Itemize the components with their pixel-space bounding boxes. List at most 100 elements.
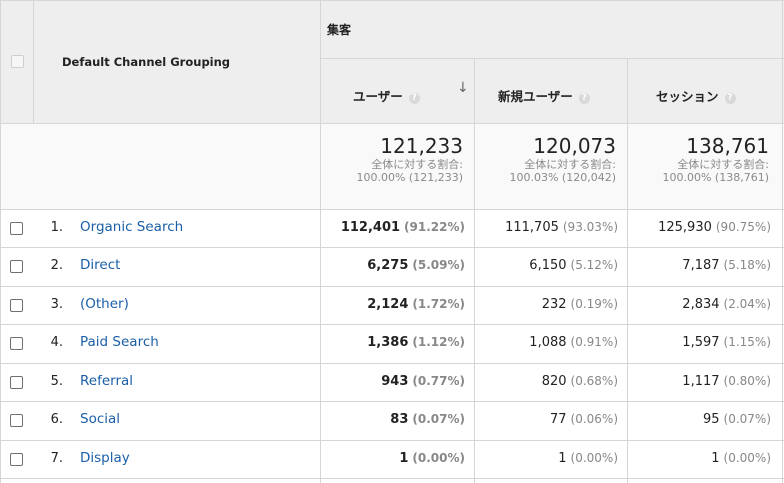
row-checkbox[interactable] <box>10 453 23 466</box>
users-value: 83 <box>390 412 409 427</box>
new-users-cell: 232 (0.19%) <box>468 297 618 312</box>
sessions-value: 95 <box>702 412 720 427</box>
sessions-value: 2,834 <box>682 297 720 312</box>
total-detail: 100.00% (138,761) <box>662 171 769 184</box>
help-icon[interactable]: ? <box>408 93 420 104</box>
table-row: 6. Social 83 (0.07%) 77 (0.06%) 95 (0.07%) <box>0 402 784 440</box>
new-users-value: 1 <box>558 451 567 466</box>
table-row: 1. Organic Search 112,401 (91.22%) 111,705 (9… <box>0 210 784 248</box>
new-users-percent: (0.19%) <box>570 297 618 311</box>
channel-link[interactable]: Paid Search <box>80 334 159 350</box>
sessions-cell: 2,834 (2.04%) <box>621 297 771 312</box>
users-cell: 6,275 (5.09%) <box>315 258 465 273</box>
sessions-percent: (1.15%) <box>723 335 771 349</box>
arrow-down-icon[interactable]: ↓ <box>457 80 469 96</box>
row-rank: 6. <box>50 412 63 427</box>
select-all-checkbox[interactable] <box>11 55 24 68</box>
users-percent: (0.77%) <box>412 374 465 388</box>
sessions-cell: 7,187 (5.18%) <box>621 258 771 273</box>
new-users-cell: 111,705 (93.03%) <box>468 220 618 235</box>
new-users-percent: (0.06%) <box>570 412 618 426</box>
new-users-percent: (93.03%) <box>562 220 618 234</box>
users-cell: 2,124 (1.72%) <box>315 297 465 312</box>
report-table: Default Channel Grouping 集客 ユーザー? ↓ 新規ユー… <box>0 0 784 483</box>
sessions-cell: 1 (0.00%) <box>621 451 771 466</box>
sessions-cell: 1,117 (0.80%) <box>621 374 771 389</box>
total-value: 121,233 <box>380 134 463 158</box>
new-users-cell: 820 (0.68%) <box>468 374 618 389</box>
users-value: 2,124 <box>367 297 409 312</box>
channel-link[interactable]: Display <box>80 450 130 466</box>
new-users-percent: (0.91%) <box>570 335 618 349</box>
row-checkbox[interactable] <box>10 337 23 350</box>
row-checkbox[interactable] <box>10 414 23 427</box>
new-users-value: 820 <box>541 374 567 389</box>
users-percent: (5.09%) <box>412 258 465 272</box>
users-cell: 1 (0.00%) <box>315 451 465 466</box>
row-checkbox[interactable] <box>10 260 23 273</box>
sessions-value: 1,117 <box>682 374 720 389</box>
sessions-percent: (0.80%) <box>723 374 771 388</box>
users-cell: 112,401 (91.22%) <box>315 220 465 235</box>
users-value: 1,386 <box>367 335 409 350</box>
users-value: 112,401 <box>340 220 401 235</box>
total-caption: 全体に対する割合: <box>371 158 463 171</box>
total-detail: 100.03% (120,042) <box>509 171 616 184</box>
new-users-cell: 1,088 (0.91%) <box>468 335 618 350</box>
users-percent: (1.12%) <box>412 335 465 349</box>
help-icon[interactable]: ? <box>578 93 590 104</box>
column-label: 新規ユーザー <box>498 89 573 104</box>
table-row: 3. (Other) 2,124 (1.72%) 232 (0.19%) 2,834 (2.0… <box>0 287 784 325</box>
users-cell: 1,386 (1.12%) <box>315 335 465 350</box>
users-value: 943 <box>381 374 409 389</box>
users-percent: (91.22%) <box>404 220 465 234</box>
channel-link[interactable]: Direct <box>80 257 120 273</box>
row-rank: 1. <box>50 220 63 235</box>
new-users-cell: 6,150 (5.12%) <box>468 258 618 273</box>
total-new-users: 120,073 全体に対する割合: 100.03% (120,042) <box>476 134 616 184</box>
users-value: 6,275 <box>367 258 409 273</box>
channel-link[interactable]: Social <box>80 411 120 427</box>
row-rank: 7. <box>50 451 63 466</box>
sessions-percent: (90.75%) <box>715 220 771 234</box>
new-users-percent: (5.12%) <box>570 258 618 272</box>
new-users-value: 111,705 <box>505 220 559 235</box>
sessions-value: 125,930 <box>658 220 712 235</box>
sessions-cell: 1,597 (1.15%) <box>621 335 771 350</box>
sessions-value: 1,597 <box>682 335 720 350</box>
channel-link[interactable]: Referral <box>80 373 133 389</box>
new-users-value: 6,150 <box>529 258 567 273</box>
new-users-value: 1,088 <box>529 335 567 350</box>
row-rank: 5. <box>50 374 63 389</box>
users-value: 1 <box>399 451 409 466</box>
sessions-cell: 125,930 (90.75%) <box>621 220 771 235</box>
sessions-percent: (0.07%) <box>723 412 771 426</box>
channel-link[interactable]: Organic Search <box>80 219 183 235</box>
new-users-percent: (0.00%) <box>570 451 618 465</box>
row-checkbox[interactable] <box>10 299 23 312</box>
row-checkbox[interactable] <box>10 222 23 235</box>
total-users: 121,233 全体に対する割合: 100.00% (121,233) <box>323 134 463 184</box>
new-users-cell: 1 (0.00%) <box>468 451 618 466</box>
row-rank: 4. <box>50 335 63 350</box>
sessions-percent: (0.00%) <box>723 451 771 465</box>
table-row: 2. Direct 6,275 (5.09%) 6,150 (5.12%) 7,187 (5.… <box>0 248 784 286</box>
row-checkbox[interactable] <box>10 376 23 389</box>
column-label: セッション <box>656 89 719 104</box>
total-caption: 全体に対する割合: <box>524 158 616 171</box>
column-header-users[interactable]: ユーザー? <box>353 86 420 105</box>
channel-link[interactable]: (Other) <box>80 296 129 312</box>
users-percent: (1.72%) <box>412 297 465 311</box>
metric-group-title: 集客 <box>327 23 352 37</box>
column-header-sessions[interactable]: セッション? <box>656 86 736 105</box>
total-value: 138,761 <box>686 134 769 158</box>
total-caption: 全体に対する割合: <box>677 158 769 171</box>
table-row: 4. Paid Search 1,386 (1.12%) 1,088 (0.91%) 1,5… <box>0 325 784 363</box>
column-header-new-users[interactable]: 新規ユーザー? <box>498 86 590 105</box>
users-cell: 83 (0.07%) <box>315 412 465 427</box>
help-icon[interactable]: ? <box>724 93 736 104</box>
new-users-cell: 77 (0.06%) <box>468 412 618 427</box>
column-label: ユーザー <box>353 89 403 104</box>
total-sessions: 138,761 全体に対する割合: 100.00% (138,761) <box>629 134 769 184</box>
users-percent: (0.07%) <box>412 412 465 426</box>
